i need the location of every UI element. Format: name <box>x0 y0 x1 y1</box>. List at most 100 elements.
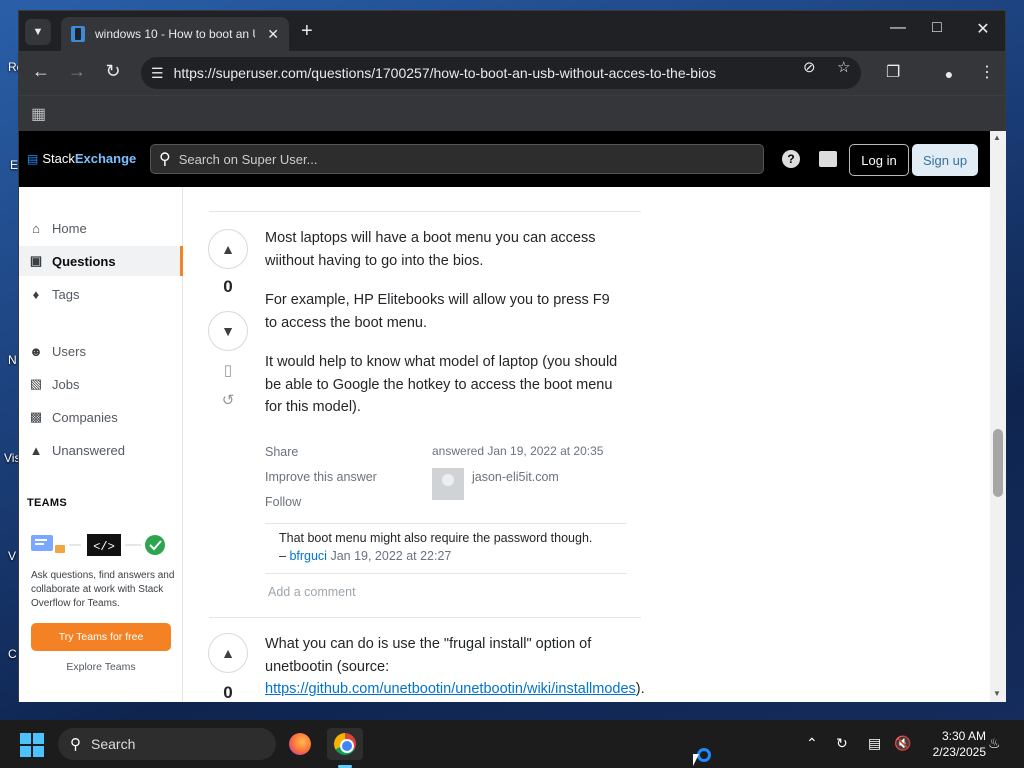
minimize-icon[interactable]: — <box>885 19 911 37</box>
notification-bell-icon[interactable]: ♨ <box>988 735 1001 752</box>
scroll-up-icon[interactable]: ▲ <box>993 133 1001 142</box>
upvote-button[interactable]: ▲ <box>208 229 248 269</box>
login-button[interactable]: Log in <box>849 144 909 176</box>
left-sidebar: ⌂ Home ▣ Questions ♦ Tags ☻ Users ▧ Jobs… <box>19 187 183 702</box>
volume-muted-icon[interactable]: 🔇 <box>894 735 911 752</box>
desktop-icon-label: V <box>8 549 17 563</box>
comment-user-link[interactable]: bfrguci <box>289 549 327 563</box>
try-teams-button[interactable]: Try Teams for free <box>31 623 171 651</box>
comment-dash: – <box>279 549 286 563</box>
sidebar-item-label: Jobs <box>52 376 80 392</box>
apps-grid-icon[interactable]: ▦ <box>31 104 46 124</box>
bookmarks-bar: ▦ <box>19 95 1005 131</box>
network-icon[interactable]: ▤ <box>868 735 881 752</box>
windows-start-icon[interactable] <box>20 733 44 757</box>
sidebar-item-unanswered[interactable]: ▲ Unanswered <box>19 435 183 465</box>
tag-icon: ♦ <box>32 286 40 302</box>
avatar[interactable] <box>432 468 464 500</box>
comment-divider <box>265 523 627 524</box>
search-icon: ⚲ <box>159 151 171 168</box>
share-link[interactable]: Share <box>265 445 298 459</box>
sidebar-item-tags[interactable]: ♦ Tags <box>19 279 183 309</box>
puzzle-icon[interactable]: ❐ <box>886 62 900 82</box>
author-name[interactable]: jason-eli5it.com <box>472 470 559 484</box>
bookmark-icon[interactable]: ▯ <box>208 361 248 379</box>
sidebar-item-label: Companies <box>52 409 118 425</box>
site-header: ▤ Stack Exchange ⚲ Search on Super User..… <box>19 131 990 187</box>
forward-arrow-icon[interactable]: → <box>65 61 89 82</box>
page-scrollbar[interactable]: ▲ ▼ <box>990 131 1006 702</box>
clock-date: 2/23/2025 <box>932 745 986 759</box>
close-icon[interactable]: ✕ <box>970 19 996 39</box>
sidebar-item-label: Home <box>52 220 87 236</box>
history-icon[interactable]: ↺ <box>208 391 248 409</box>
improve-answer-link[interactable]: Improve this answer <box>265 470 377 484</box>
unanswered-icon: ▲ <box>29 442 43 458</box>
browser-tab[interactable]: windows 10 - How to boot an U ✕ <box>61 17 289 51</box>
back-arrow-icon[interactable]: ← <box>29 61 53 82</box>
sync-icon[interactable]: ↻ <box>836 735 848 752</box>
comment-date[interactable]: Jan 19, 2022 at 22:27 <box>330 549 451 563</box>
person-icon[interactable]: ● <box>935 60 963 88</box>
firefox-icon[interactable] <box>282 728 318 760</box>
reload-icon[interactable]: ↻ <box>101 61 125 82</box>
stackexchange-logo[interactable]: ▤ Stack Exchange <box>27 151 136 166</box>
logo-text-exchange: Exchange <box>74 151 137 166</box>
chevron-down-icon[interactable]: ▼ <box>25 19 51 45</box>
help-icon[interactable]: ? <box>782 150 800 168</box>
star-icon[interactable]: ☆ <box>837 58 850 76</box>
eye-off-icon[interactable]: ⊘ <box>803 58 816 76</box>
logo-text-stack: Stack <box>42 151 75 166</box>
user-card: answered Jan 19, 2022 at 20:35 jason-eli… <box>432 444 632 500</box>
page-content: ▤ Stack Exchange ⚲ Search on Super User..… <box>19 131 990 702</box>
address-bar[interactable]: ☰ https://superuser.com/questions/170025… <box>141 57 861 89</box>
chrome-icon[interactable] <box>327 728 363 760</box>
sidebar-item-jobs[interactable]: ▧ Jobs <box>19 369 183 399</box>
sidebar-item-companies[interactable]: ▩ Companies <box>19 402 183 432</box>
mouse-cursor-icon <box>693 754 699 766</box>
browser-toolbar: ← → ↻ ☰ https://superuser.com/questions/… <box>19 51 1005 95</box>
answer-text: What you can do is use the "frugal insta… <box>265 636 592 675</box>
search-placeholder: Search on Super User... <box>178 151 318 167</box>
inbox-icon[interactable] <box>819 151 837 167</box>
desktop-icon-label: E <box>10 158 19 172</box>
maximize-icon[interactable]: □ <box>924 19 950 37</box>
taskbar-clock[interactable]: 3:30 AM 2/23/2025 <box>916 728 986 760</box>
vote-count: 0 <box>223 277 233 296</box>
taskbar-search[interactable]: ⚲ Search <box>58 728 276 760</box>
scroll-down-icon[interactable]: ▼ <box>993 689 1001 698</box>
github-link[interactable]: https://github.com/unetbootin/unetbootin… <box>265 681 636 697</box>
building-icon: ▩ <box>29 409 43 424</box>
answer-paragraph: Most laptops will have a boot menu you c… <box>265 230 596 269</box>
scrollbar-thumb[interactable] <box>993 429 1003 497</box>
kebab-menu-icon[interactable]: ⋮ <box>979 62 995 82</box>
site-search-input[interactable]: ⚲ Search on Super User... <box>150 144 764 174</box>
tune-icon[interactable]: ☰ <box>151 65 164 82</box>
clock-time: 3:30 AM <box>941 729 986 743</box>
downvote-button[interactable]: ▼ <box>208 311 248 351</box>
signup-button[interactable]: Sign up <box>912 144 978 176</box>
comment-text: That boot menu might also require the pa… <box>279 531 593 545</box>
answer-divider <box>209 211 641 212</box>
superuser-favicon-icon <box>71 26 85 42</box>
close-icon[interactable]: ✕ <box>267 26 279 43</box>
sidebar-item-label: Users <box>52 343 86 359</box>
follow-link[interactable]: Follow <box>265 495 301 509</box>
plus-icon[interactable]: + <box>301 20 313 43</box>
browser-window: ▼ windows 10 - How to boot an U ✕ + — □ … <box>18 10 1006 702</box>
loading-ring-icon <box>697 748 711 762</box>
svg-text:</>: </> <box>93 540 115 554</box>
desktop-icon-label: N <box>8 353 17 367</box>
sidebar-item-users[interactable]: ☻ Users <box>19 336 183 366</box>
add-comment-link[interactable]: Add a comment <box>268 585 356 599</box>
answered-timestamp: answered Jan 19, 2022 at 20:35 <box>432 444 604 458</box>
upvote-button[interactable]: ▲ <box>208 633 248 673</box>
explore-teams-link[interactable]: Explore Teams <box>31 661 171 673</box>
tab-strip: ▼ windows 10 - How to boot an U ✕ + — □ … <box>19 11 1005 51</box>
stackexchange-logo-icon: ▤ <box>27 151 39 166</box>
sidebar-item-home[interactable]: ⌂ Home <box>19 213 183 243</box>
sidebar-item-questions[interactable]: ▣ Questions <box>19 246 183 276</box>
url-text[interactable]: https://superuser.com/questions/1700257/… <box>174 65 716 81</box>
chevron-up-icon[interactable]: ⌃ <box>806 735 818 752</box>
comment: That boot menu might also require the pa… <box>279 529 627 565</box>
